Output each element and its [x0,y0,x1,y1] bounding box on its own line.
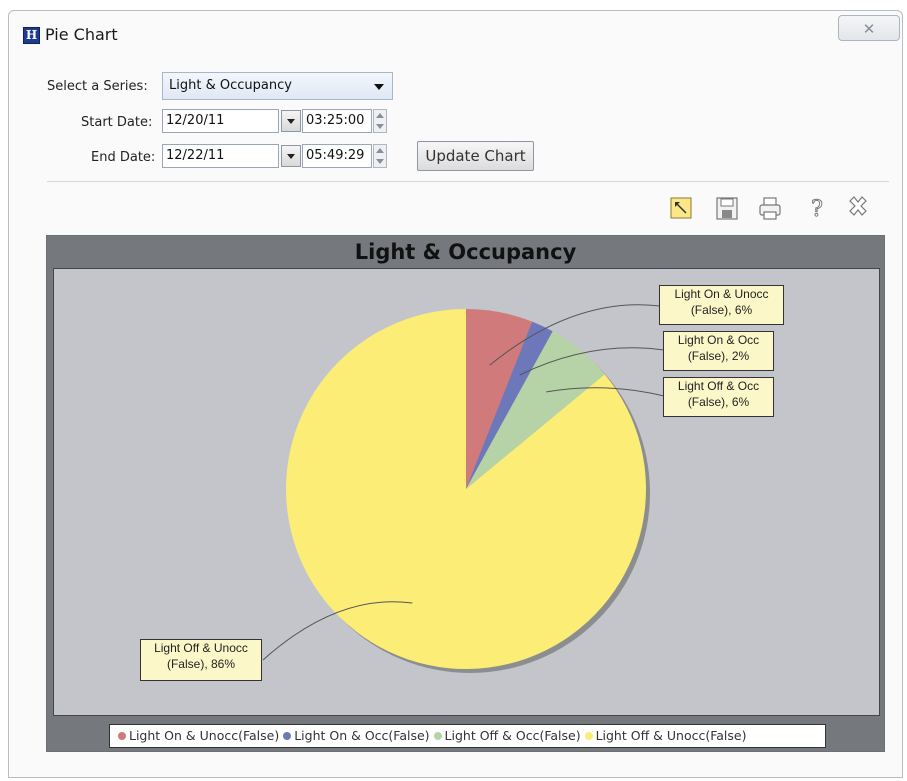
legend-item: Light On & Occ(False) [283,725,430,747]
help-icon[interactable]: ? [804,194,830,223]
slice-label-line: Light On & Occ [677,333,760,347]
slice-label: Light Off & Unocc (False), 86% [140,639,262,681]
slice-label-line: (False), 6% [687,395,750,409]
spinner-up-icon[interactable] [376,113,384,118]
update-chart-button[interactable]: Update Chart [417,141,534,171]
slice-label-line: Light Off & Occ [677,379,760,393]
end-date-input[interactable]: 12/22/11 [162,144,279,168]
end-time-spinner[interactable] [373,144,387,168]
window-close-button[interactable]: ✕ [838,15,900,41]
slice-label: Light On & Occ (False), 2% [663,331,774,371]
legend-swatch [433,732,442,740]
slice-label: Light On & Unocc (False), 6% [659,285,784,325]
start-date-input[interactable]: 12/20/11 [162,109,279,133]
window-title: Pie Chart [45,25,118,44]
slice-label-line: (False), 2% [687,349,750,363]
legend: Light On & Unocc(False) Light On & Occ(F… [109,724,826,748]
chevron-down-icon [374,84,384,90]
legend-item: Light Off & Unocc(False) [584,725,747,747]
title-bar: H Pie Chart ✕ [9,11,902,57]
end-time-input[interactable]: 05:49:29 [302,144,372,168]
series-label: Select a Series: [47,79,148,94]
legend-item: Light Off & Occ(False) [433,725,581,747]
end-date-label: End Date: [91,150,156,165]
legend-swatch [283,732,292,740]
spinner-down-icon[interactable] [376,159,384,164]
pie-chart-window: H Pie Chart ✕ Select a Series: Light & O… [8,10,903,778]
end-date-dropdown-button[interactable] [281,145,301,167]
spinner-up-icon[interactable] [376,148,384,153]
legend-item: Light On & Unocc(False) [118,725,279,747]
slice-label-line: Light On & Unocc [674,287,769,301]
divider [47,181,889,182]
start-date-label: Start Date: [81,115,153,130]
legend-label: Light Off & Occ(False) [444,728,581,743]
series-select-value: Light & Occupancy [169,78,292,93]
start-date-dropdown-button[interactable] [281,110,301,132]
close-icon[interactable] [845,194,871,222]
chart-title: Light & Occupancy [354,240,577,264]
start-time-spinner[interactable] [373,109,387,133]
start-time-input[interactable]: 03:25:00 [302,109,372,133]
slice-label-line: (False), 86% [166,657,236,671]
slice-label: Light Off & Occ (False), 6% [663,377,774,417]
legend-swatch [584,732,593,740]
series-select[interactable]: Light & Occupancy [162,72,393,100]
app-icon: H [23,27,40,44]
svg-text:?: ? [811,197,823,222]
save-icon[interactable] [714,194,740,222]
zoom-icon[interactable] [669,194,695,222]
legend-label: Light On & Unocc(False) [129,728,280,743]
spinner-down-icon[interactable] [376,124,384,129]
legend-swatch [118,732,126,740]
print-icon[interactable] [757,194,783,222]
slice-label-line: (False), 6% [690,303,753,317]
legend-label: Light On & Occ(False) [294,728,430,743]
legend-label: Light Off & Unocc(False) [595,728,747,743]
slice-label-line: Light Off & Unocc [154,641,248,655]
